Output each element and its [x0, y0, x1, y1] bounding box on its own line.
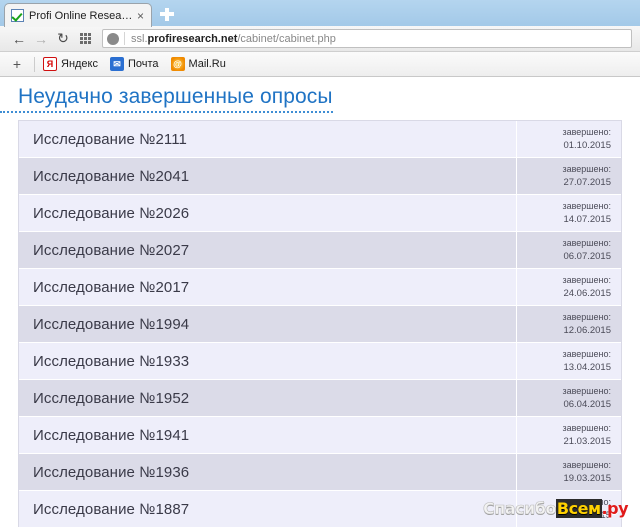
survey-name: Исследование №1941	[19, 417, 517, 454]
bookmark-label: Mail.Ru	[188, 58, 226, 70]
url-text: ssl.profiresearch.net/cabinet/cabinet.ph…	[131, 33, 336, 45]
completed-label: завершено:	[562, 163, 611, 174]
bookmark-mailru[interactable]: @ Mail.Ru	[170, 57, 226, 71]
page-title-wrap: Неудачно завершенные опросы	[0, 78, 640, 114]
navigation-toolbar: ← → ↻ ssl.profiresearch.net/cabinet/cabi…	[0, 26, 640, 52]
surveys-table: Исследование №2111 завершено: 01.10.2015 Ис…	[18, 120, 622, 527]
survey-completed-date: завершено: 24.06.2015	[517, 269, 621, 305]
survey-completed-date: завершено: 06.04.2015	[517, 380, 621, 416]
tab-title: Profi Online Research	[29, 9, 134, 22]
reload-icon[interactable]: ↻	[52, 28, 74, 50]
page-info-icon[interactable]	[107, 32, 119, 45]
completed-label: завершено:	[562, 311, 611, 322]
back-icon[interactable]: ←	[8, 28, 30, 50]
bookmark-label: Яндекс	[61, 58, 98, 70]
page-viewport: Неудачно завершенные опросы Исследование…	[0, 78, 640, 527]
page-title[interactable]: Неудачно завершенные опросы	[0, 78, 333, 114]
completed-label: завершено:	[562, 422, 611, 433]
completed-value: 27.07.2015	[563, 176, 611, 188]
survey-name: Исследование №1933	[19, 343, 517, 380]
survey-name: Исследование №2111	[19, 121, 517, 158]
completed-value: 06.07.2015	[563, 250, 611, 262]
survey-completed-date: завершено: 01.10.2015	[517, 121, 621, 157]
table-row[interactable]: Исследование №2111 завершено: 01.10.2015	[19, 121, 621, 159]
table-row[interactable]: Исследование №2026 завершено: 14.07.2015	[19, 195, 621, 233]
survey-completed-date: завершено: 13.04.2015	[517, 343, 621, 379]
close-icon[interactable]: ×	[134, 10, 147, 22]
url-domain: profiresearch.net	[147, 32, 238, 45]
address-bar[interactable]: ssl.profiresearch.net/cabinet/cabinet.ph…	[102, 29, 632, 48]
survey-name: Исследование №1887	[19, 491, 517, 527]
completed-label: завершено:	[562, 200, 611, 211]
url-prefix: ssl.	[131, 32, 148, 45]
survey-completed-date: завершено: 21.03.2015	[517, 417, 621, 453]
apps-grid-icon[interactable]	[74, 28, 96, 50]
table-row[interactable]: Исследование №2041 завершено: 27.07.2015	[19, 158, 621, 196]
completed-value: 06.04.2015	[563, 398, 611, 410]
completed-label: завершено:	[562, 459, 611, 470]
survey-completed-date: завершено: 12.06.2015	[517, 306, 621, 342]
browser-window: Profi Online Research × ← → ↻ ssl.profir…	[0, 0, 640, 527]
apps-grid-glyph	[79, 33, 91, 44]
bookmarks-divider	[34, 56, 35, 72]
completed-value: 14.07.2015	[563, 213, 611, 225]
new-tab-button[interactable]	[158, 6, 176, 22]
completed-label: завершено:	[562, 237, 611, 248]
completed-label: завершено:	[562, 385, 611, 396]
add-bookmark-icon[interactable]: +	[8, 56, 26, 72]
survey-name: Исследование №1952	[19, 380, 517, 417]
checkbox-checked-icon	[11, 9, 24, 22]
completed-label: завершено:	[562, 496, 611, 507]
table-row[interactable]: Исследование №1941 завершено: 21.03.2015	[19, 417, 621, 455]
completed-label: завершено:	[562, 274, 611, 285]
survey-completed-date: завершено: 19.02.2015	[517, 491, 621, 527]
survey-name: Исследование №2026	[19, 195, 517, 232]
survey-name: Исследование №2017	[19, 269, 517, 306]
completed-value: 24.06.2015	[563, 287, 611, 299]
survey-name: Исследование №1994	[19, 306, 517, 343]
mail-envelope-icon: ✉	[110, 57, 124, 71]
completed-value: 21.03.2015	[563, 435, 611, 447]
completed-label: завершено:	[562, 126, 611, 137]
survey-completed-date: завершено: 19.03.2015	[517, 454, 621, 490]
tab-strip: Profi Online Research ×	[0, 0, 640, 27]
completed-value: 13.04.2015	[563, 361, 611, 373]
survey-completed-date: завершено: 14.07.2015	[517, 195, 621, 231]
table-row[interactable]: Исследование №2017 завершено: 24.06.2015	[19, 269, 621, 307]
completed-value: 19.02.2015	[563, 509, 611, 521]
forward-icon[interactable]: →	[30, 28, 52, 50]
mailru-icon: @	[170, 57, 185, 71]
table-row[interactable]: Исследование №1994 завершено: 12.06.2015	[19, 306, 621, 344]
survey-name: Исследование №1936	[19, 454, 517, 491]
table-row[interactable]: Исследование №1936 завершено: 19.03.2015	[19, 454, 621, 492]
completed-value: 19.03.2015	[563, 472, 611, 484]
bookmark-pochta[interactable]: ✉ Почта	[110, 57, 159, 71]
omnibox-divider	[124, 32, 125, 45]
survey-name: Исследование №2041	[19, 158, 517, 195]
table-row[interactable]: Исследование №1933 завершено: 13.04.2015	[19, 343, 621, 381]
tab-profi-online-research[interactable]: Profi Online Research ×	[4, 3, 152, 27]
bookmark-label: Почта	[128, 58, 159, 70]
yandex-icon: Я	[43, 57, 57, 71]
survey-completed-date: завершено: 27.07.2015	[517, 158, 621, 194]
survey-completed-date: завершено: 06.07.2015	[517, 232, 621, 268]
table-row[interactable]: Исследование №1887 завершено: 19.02.2015	[19, 491, 621, 527]
bookmarks-bar: + Я Яндекс ✉ Почта @ Mail.Ru	[0, 52, 640, 77]
table-row[interactable]: Исследование №1952 завершено: 06.04.2015	[19, 380, 621, 418]
completed-label: завершено:	[562, 348, 611, 359]
survey-name: Исследование №2027	[19, 232, 517, 269]
completed-value: 01.10.2015	[563, 139, 611, 151]
url-path: /cabinet/cabinet.php	[237, 32, 336, 45]
completed-value: 12.06.2015	[563, 324, 611, 336]
table-row[interactable]: Исследование №2027 завершено: 06.07.2015	[19, 232, 621, 270]
bookmark-yandex[interactable]: Я Яндекс	[43, 57, 98, 71]
